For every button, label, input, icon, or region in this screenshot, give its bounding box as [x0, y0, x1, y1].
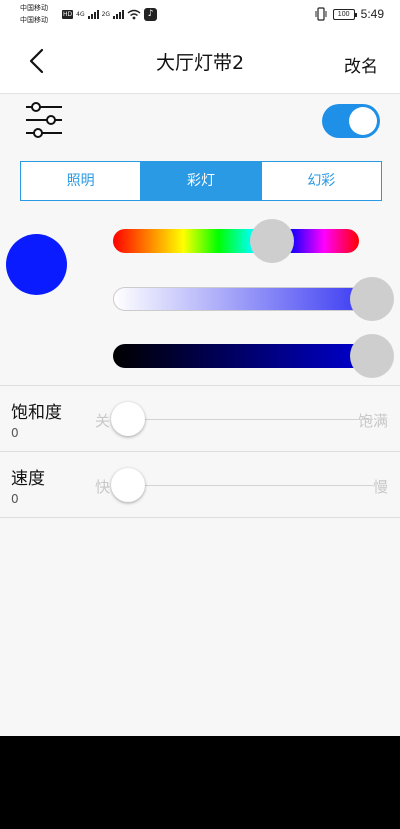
saturation-slider-track[interactable] [113, 419, 373, 420]
speed-slider-track[interactable] [113, 485, 373, 486]
wifi-icon [127, 9, 141, 19]
white-slider-track[interactable] [113, 287, 383, 311]
hd-badge: HD [62, 9, 74, 19]
network-indicators: HD 4G 2G ♪ [62, 6, 158, 22]
color-preview-swatch [6, 234, 67, 295]
clock: 5:49 [360, 7, 384, 21]
speed-min-label: 快 [95, 478, 111, 496]
tab-dynamic-color[interactable]: 幻彩 [260, 162, 381, 200]
battery-icon: 100 [332, 8, 357, 20]
speed-slider-thumb[interactable] [111, 468, 145, 502]
status-right: 100 5:49 [315, 6, 384, 22]
network-type-2: 2G [101, 10, 111, 18]
tab-lighting[interactable]: 照明 [21, 162, 140, 200]
rename-button[interactable]: 改名 [344, 52, 378, 77]
network-type-1: 4G [76, 10, 85, 18]
signal-2-icon [113, 9, 125, 19]
mode-tabs: 照明 彩灯 幻彩 [20, 161, 382, 201]
saturation-slider-thumb[interactable] [111, 402, 145, 436]
saturation-value: 0 [11, 426, 19, 440]
vibrate-icon [315, 7, 327, 21]
title-bar: 大厅灯带2 改名 [0, 28, 400, 94]
carrier-2: 中国移动 [20, 16, 48, 24]
power-toggle[interactable] [322, 104, 380, 138]
signal-1-icon [87, 9, 99, 19]
hue-slider-track[interactable] [113, 229, 359, 253]
light-control-screen: 中国移动 中国移动 HD 4G 2G ♪ 100 5:49 大厅灯带2 改名 照… [0, 0, 400, 736]
saturation-max-label: 饱满 [357, 412, 388, 430]
speed-value: 0 [11, 492, 19, 506]
carrier-1: 中国移动 [20, 4, 48, 12]
speed-max-label: 慢 [372, 478, 388, 496]
tab-colored-light[interactable]: 彩灯 [140, 162, 261, 200]
speed-row: 速度 0 快 慢 [0, 451, 400, 517]
saturation-label: 饱和度 [11, 403, 62, 423]
white-slider-thumb[interactable] [350, 277, 394, 321]
brightness-slider-thumb[interactable] [350, 334, 394, 378]
divider [0, 517, 400, 518]
brightness-slider-track[interactable] [113, 344, 383, 368]
settings-sliders-icon[interactable] [24, 102, 64, 138]
saturation-row: 饱和度 0 关 饱满 [0, 385, 400, 451]
hue-slider-thumb[interactable] [250, 219, 294, 263]
saturation-min-label: 关 [95, 412, 111, 430]
tiktok-icon: ♪ [144, 7, 158, 21]
status-bar: 中国移动 中国移动 HD 4G 2G ♪ 100 5:49 [0, 0, 400, 28]
speed-label: 速度 [11, 469, 45, 489]
page-title: 大厅灯带2 [155, 52, 245, 74]
power-toggle-knob [349, 107, 377, 135]
